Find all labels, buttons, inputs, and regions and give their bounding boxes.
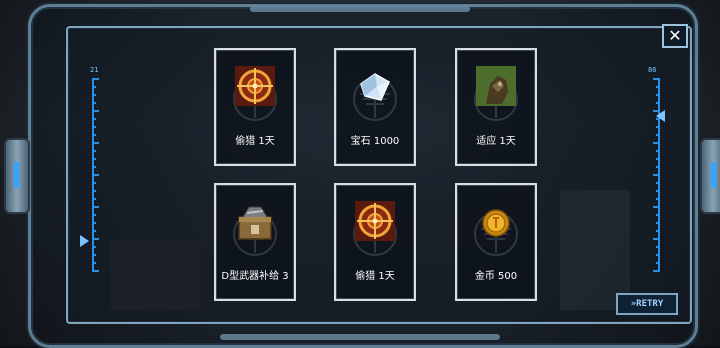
reward-label: 偷猎 1天 <box>235 136 275 147</box>
gauge-tick <box>656 246 660 248</box>
gauge-tick <box>656 86 660 88</box>
gauge-tick <box>656 198 660 200</box>
gauge-tick <box>92 102 96 104</box>
gauge-tick <box>653 206 660 208</box>
gauge-tick <box>92 118 96 120</box>
gauge-tick <box>653 78 660 80</box>
gauge-tick <box>92 86 96 88</box>
gauge-tick <box>92 182 96 184</box>
reward-label: 宝石 1000 <box>350 136 400 147</box>
gauge-tick <box>656 158 660 160</box>
gauge-tick <box>656 222 660 224</box>
reward-label: 适应 1天 <box>476 136 516 147</box>
gauge-tick <box>92 246 96 248</box>
reward-label: D型武器补给 3 <box>221 271 289 282</box>
gauge-tick <box>92 206 99 208</box>
gauge-tick <box>92 190 96 192</box>
gold-coin-icon <box>482 209 510 237</box>
reward-card-adapt[interactable]: 适应 1天 <box>455 48 537 166</box>
gauge-tick <box>92 134 96 136</box>
gauge-tick <box>92 158 96 160</box>
reward-label: 金币 500 <box>474 271 518 282</box>
left-gauge: 21 <box>80 66 100 276</box>
frame-bottom-bar <box>220 334 500 340</box>
gauge-tick <box>92 214 96 216</box>
reward-card-gold[interactable]: 金币 500 <box>455 183 537 301</box>
right-side-clip <box>700 138 720 214</box>
left-gauge-marker <box>80 235 89 248</box>
gauge-tick <box>92 262 96 264</box>
crosshair-bullseye-icon <box>235 66 275 106</box>
reward-label: 偷猎 1天 <box>355 271 395 282</box>
gauge-tick <box>92 110 99 112</box>
gauge-tick <box>656 230 660 232</box>
gauge-tick <box>653 238 660 240</box>
reward-card-gem[interactable]: 宝石 1000 <box>334 48 416 166</box>
retry-button[interactable]: »RETRY <box>616 293 678 315</box>
gauge-tick <box>656 134 660 136</box>
gauge-tick <box>92 126 96 128</box>
gauge-tick <box>92 94 96 96</box>
gauge-tick <box>656 214 660 216</box>
gauge-tick <box>656 166 660 168</box>
diamond-gem-icon <box>360 73 390 101</box>
right-gauge: 86 <box>648 66 666 276</box>
gauge-tick <box>656 190 660 192</box>
frame-top-bar <box>250 6 470 12</box>
crosshair-bullseye-icon <box>355 201 395 241</box>
weapon-supply-crate-icon <box>238 206 272 240</box>
gauge-tick <box>653 270 660 272</box>
gauge-tick <box>92 78 99 80</box>
gauge-tick <box>92 270 99 272</box>
left-gauge-number: 21 <box>90 66 99 74</box>
gauge-tick <box>653 174 660 176</box>
left-side-clip <box>4 138 30 214</box>
gauge-tick <box>92 230 96 232</box>
right-gauge-marker <box>656 110 665 123</box>
reward-card-poach-2[interactable]: 偷猎 1天 <box>334 183 416 301</box>
gauge-tick <box>656 150 660 152</box>
close-button[interactable]: ✕ <box>662 24 688 48</box>
reward-card-poach-1[interactable]: 偷猎 1天 <box>214 48 296 166</box>
gauge-tick <box>653 142 660 144</box>
gauge-tick <box>92 174 99 176</box>
gauge-tick <box>656 94 660 96</box>
camouflage-soldier-icon <box>476 66 516 106</box>
gauge-tick <box>656 254 660 256</box>
gauge-tick <box>656 182 660 184</box>
gauge-tick <box>92 238 99 240</box>
gauge-tick <box>92 150 96 152</box>
gauge-tick <box>92 198 96 200</box>
gauge-tick <box>656 126 660 128</box>
gauge-tick <box>656 262 660 264</box>
gauge-tick <box>92 254 96 256</box>
reward-card-weapon-supply[interactable]: D型武器补给 3 <box>214 183 296 301</box>
gauge-tick <box>92 166 96 168</box>
gauge-tick <box>92 222 96 224</box>
right-gauge-number: 86 <box>648 66 657 74</box>
gauge-tick <box>92 142 99 144</box>
gauge-tick <box>656 102 660 104</box>
